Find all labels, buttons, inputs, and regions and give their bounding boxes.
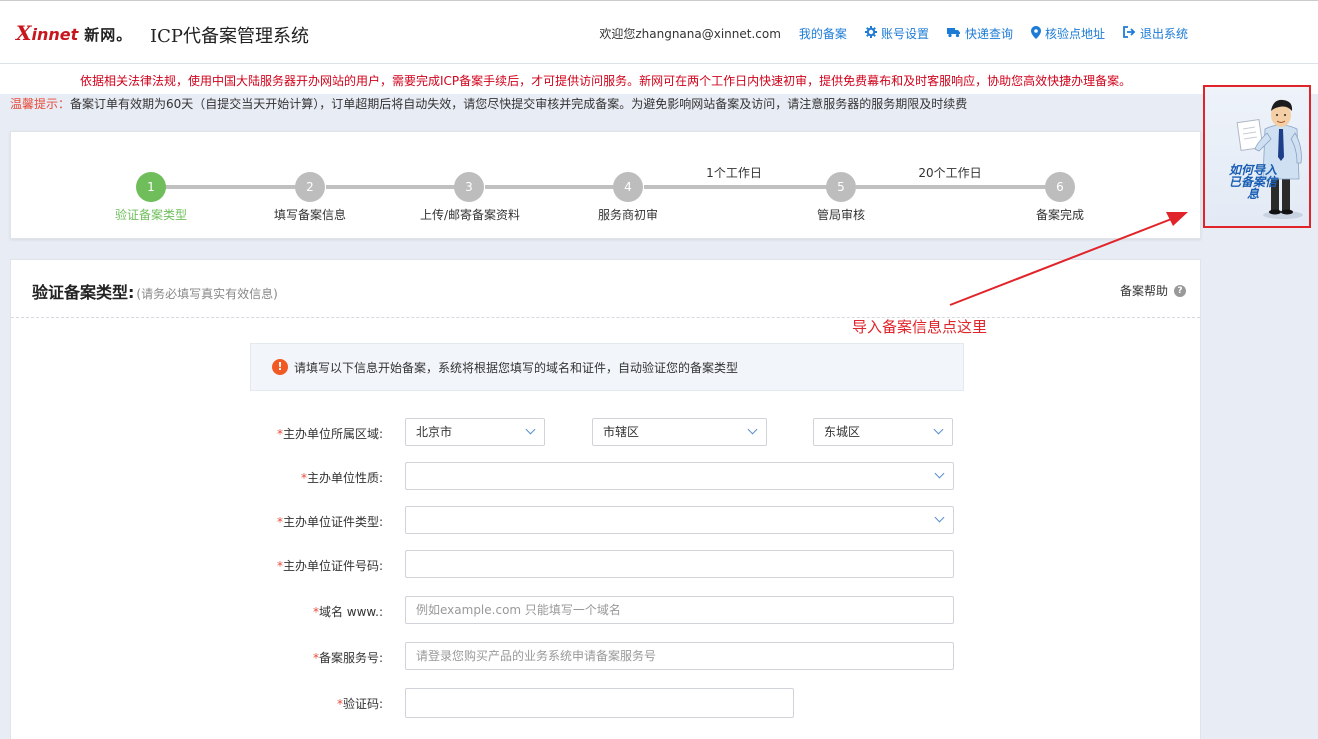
- step-3-circle: 3: [454, 172, 484, 202]
- nav-label: 我的备案: [798, 27, 847, 41]
- label-nature: *主办单位性质:: [301, 469, 383, 486]
- label-text: 主办单位所属区域:: [282, 427, 383, 441]
- nav-express-query[interactable]: 快递查询: [946, 25, 1013, 42]
- logo-innet: innet: [31, 25, 79, 44]
- label-text: 主办单位性质:: [306, 471, 383, 485]
- xinnet-logo[interactable]: Xinnet 新网。: [16, 21, 132, 45]
- exclamation-icon: !: [272, 359, 288, 375]
- chevron-down-icon: [933, 424, 944, 435]
- legal-notice: 依据相关法律法规，使用中国大陆服务器开办网站的用户，需要完成ICP备案手续后，才…: [80, 74, 1132, 88]
- domain-input[interactable]: 例如example.com 只能填写一个域名: [405, 596, 954, 624]
- verify-form-panel: 验证备案类型: (请务必填写真实有效信息) 备案帮助? ! 请填写以下信息开始备案…: [10, 259, 1201, 739]
- logo-cn: 新网。: [84, 26, 133, 44]
- form-subtitle: (请务必填写真实有效信息): [136, 287, 278, 301]
- step-duration: 1个工作日: [706, 166, 762, 180]
- top-nav: 欢迎您zhangnana@xinnet.com 我的备案 账号设置 快递查询 核…: [599, 25, 1188, 42]
- cert-number-input[interactable]: [405, 550, 954, 578]
- system-title: ICP代备案管理系统: [150, 26, 309, 47]
- row-service-no: *备案服务号: 请登录您购买产品的业务系统申请备案服务号: [11, 642, 1200, 670]
- annotation-text: 导入备案信息点这里: [852, 318, 988, 336]
- select-value: 北京市: [416, 425, 453, 439]
- top-header: Xinnet 新网。 ICP代备案管理系统 欢迎您zhangnana@xinnet…: [0, 0, 1318, 64]
- location-pin-icon: [1030, 25, 1041, 42]
- step-6-label: 备案完成: [1035, 208, 1085, 222]
- logout-icon: [1123, 26, 1136, 41]
- info-alert: ! 请填写以下信息开始备案，系统将根据您填写的域名和证件，自动验证您的备案类型: [250, 343, 964, 391]
- question-icon: ?: [1174, 284, 1186, 297]
- step-connector: [326, 185, 470, 189]
- gear-icon: [864, 26, 877, 41]
- label-text: 域名 www.:: [318, 605, 383, 619]
- row-domain: *域名 www.: 例如example.com 只能填写一个域名: [11, 596, 1200, 624]
- progress-steps: 1 2 3 4 5 6 验证备案类型 填写备案信息 上传/邮寄备案资料 服务商初…: [10, 131, 1201, 239]
- truck-icon: [946, 27, 961, 41]
- welcome-text: 欢迎您zhangnana@xinnet.com: [599, 27, 781, 41]
- nav-my-filings[interactable]: 我的备案: [799, 25, 847, 42]
- service-number-input[interactable]: 请登录您购买产品的业务系统申请备案服务号: [405, 642, 954, 670]
- nav-label: 退出系统: [1139, 27, 1188, 41]
- select-value: 东城区: [824, 425, 861, 439]
- form-header: 验证备案类型: (请务必填写真实有效信息) 备案帮助?: [11, 260, 1200, 318]
- tips-label: 温馨提示：: [10, 97, 71, 111]
- row-nature: *主办单位性质:: [11, 462, 1200, 490]
- chevron-down-icon: [747, 424, 758, 435]
- cert-type-select[interactable]: [405, 506, 954, 534]
- label-region: *主办单位所属区域:: [277, 425, 383, 442]
- label-domain: *域名 www.:: [313, 603, 383, 620]
- form-title-text: 验证备案类型:: [32, 283, 135, 302]
- label-text: 备案服务号:: [318, 651, 383, 665]
- select-value: 市辖区: [603, 425, 640, 439]
- label-cert-type: *主办单位证件类型:: [277, 513, 383, 530]
- step-4-label: 服务商初审: [597, 208, 659, 222]
- step-connector: [485, 185, 629, 189]
- import-filing-helper[interactable]: 如何导入已备案信息: [1203, 85, 1311, 228]
- chevron-down-icon: [934, 512, 945, 523]
- step-connector: [161, 185, 311, 189]
- alert-text: 请填写以下信息开始备案，系统将根据您填写的域名和证件，自动验证您的备案类型: [294, 360, 739, 375]
- nav-label: 核验点地址: [1044, 27, 1105, 41]
- step-5-label: 管局审核: [816, 208, 866, 222]
- step-3-label: 上传/邮寄备案资料: [419, 208, 521, 222]
- nav-label: 快递查询: [964, 27, 1013, 41]
- row-cert-type: *主办单位证件类型:: [11, 506, 1200, 534]
- nav-verification-address[interactable]: 核验点地址: [1030, 25, 1105, 42]
- label-captcha: *验证码:: [337, 695, 383, 712]
- chevron-down-icon: [525, 424, 536, 435]
- step-connector: [856, 185, 1056, 189]
- step-1-circle: 1: [136, 172, 166, 202]
- helper-text: 如何导入已备案信息: [1228, 163, 1277, 201]
- warm-tips: 温馨提示：备案订单有效期为60天（自提交当天开始计算），订单超期后将自动失效，请…: [10, 95, 967, 112]
- row-cert-no: *主办单位证件号码:: [11, 550, 1200, 578]
- label-text: 验证码:: [342, 697, 383, 711]
- city-select[interactable]: 市辖区: [592, 418, 767, 446]
- label-cert-no: *主办单位证件号码:: [277, 557, 383, 574]
- chevron-down-icon: [934, 468, 945, 479]
- org-nature-select[interactable]: [405, 462, 954, 490]
- province-select[interactable]: 北京市: [405, 418, 545, 446]
- label-text: 主办单位证件号码:: [282, 559, 383, 573]
- step-4-circle: 4: [613, 172, 643, 202]
- step-5-circle: 5: [826, 172, 856, 202]
- step-1-label: 验证备案类型: [114, 208, 188, 222]
- row-captcha: *验证码:: [11, 688, 1200, 718]
- row-region: *主办单位所属区域: 北京市 市辖区 东城区: [11, 418, 1200, 446]
- logo-x: X: [16, 21, 32, 45]
- step-connector: [644, 185, 841, 189]
- label-text: 主办单位证件类型:: [282, 515, 383, 529]
- businessman-illustration: [1236, 99, 1303, 219]
- step-2-label: 填写备案信息: [273, 208, 347, 222]
- help-label: 备案帮助: [1119, 284, 1168, 298]
- step-2-circle: 2: [295, 172, 325, 202]
- nav-account-settings[interactable]: 账号设置: [864, 25, 929, 42]
- label-service-no: *备案服务号:: [313, 649, 383, 666]
- captcha-input[interactable]: [405, 688, 794, 718]
- step-6-circle: 6: [1045, 172, 1075, 202]
- step-duration: 20个工作日: [918, 166, 982, 180]
- filing-help-link[interactable]: 备案帮助?: [1120, 282, 1186, 299]
- nav-logout[interactable]: 退出系统: [1123, 25, 1188, 42]
- form-title: 验证备案类型: (请务必填写真实有效信息): [32, 279, 278, 303]
- nav-label: 账号设置: [880, 27, 929, 41]
- tips-text: 备案订单有效期为60天（自提交当天开始计算），订单超期后将自动失效，请您尽快提交…: [70, 97, 968, 111]
- district-select[interactable]: 东城区: [813, 418, 953, 446]
